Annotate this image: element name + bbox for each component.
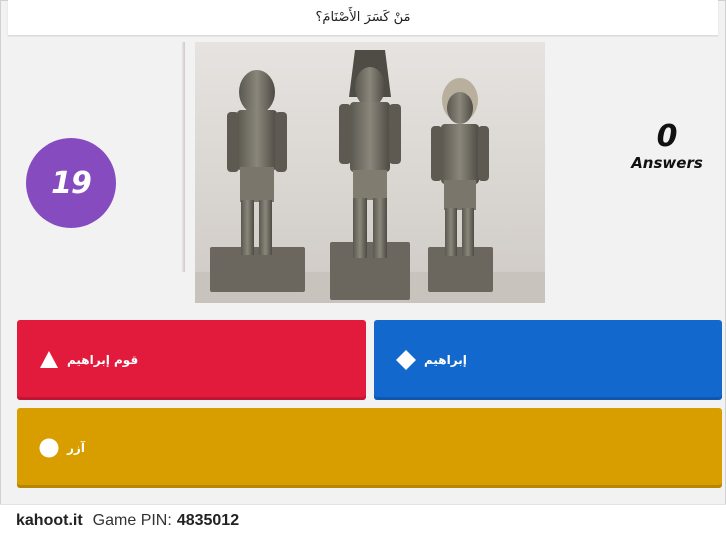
answer-option-3[interactable]: آزر bbox=[17, 408, 722, 488]
footer-bar: kahoot.it Game PIN: 4835012 bbox=[0, 504, 726, 537]
answers-label: Answers bbox=[631, 154, 703, 172]
answer-label-3: آزر bbox=[67, 441, 85, 455]
question-bar: مَنْ كَسَرَ الأَصْنَامَ؟ bbox=[8, 0, 718, 36]
timer-value: 19 bbox=[51, 165, 92, 201]
statues-illustration bbox=[195, 42, 545, 303]
answer-option-1[interactable]: قوم إبراهيم bbox=[17, 320, 366, 400]
answer-label-1: قوم إبراهيم bbox=[67, 353, 139, 367]
circle-icon bbox=[39, 438, 59, 458]
answer-label-2: إبراهيم bbox=[424, 353, 467, 367]
answer-option-2[interactable]: إبراهيم bbox=[374, 320, 722, 400]
answers-counter: 0 Answers bbox=[612, 119, 722, 173]
question-text: مَنْ كَسَرَ الأَصْنَامَ؟ bbox=[315, 10, 411, 25]
triangle-icon bbox=[39, 350, 59, 370]
image-side-shadow bbox=[182, 42, 185, 272]
game-pin: 4835012 bbox=[176, 512, 240, 529]
game-pin-label: Game PIN: bbox=[92, 512, 172, 529]
question-image bbox=[195, 42, 545, 303]
answers-count: 0 bbox=[656, 119, 678, 154]
countdown-timer: 19 bbox=[26, 138, 116, 228]
diamond-icon bbox=[396, 350, 416, 370]
site-name: kahoot.it bbox=[16, 512, 83, 529]
